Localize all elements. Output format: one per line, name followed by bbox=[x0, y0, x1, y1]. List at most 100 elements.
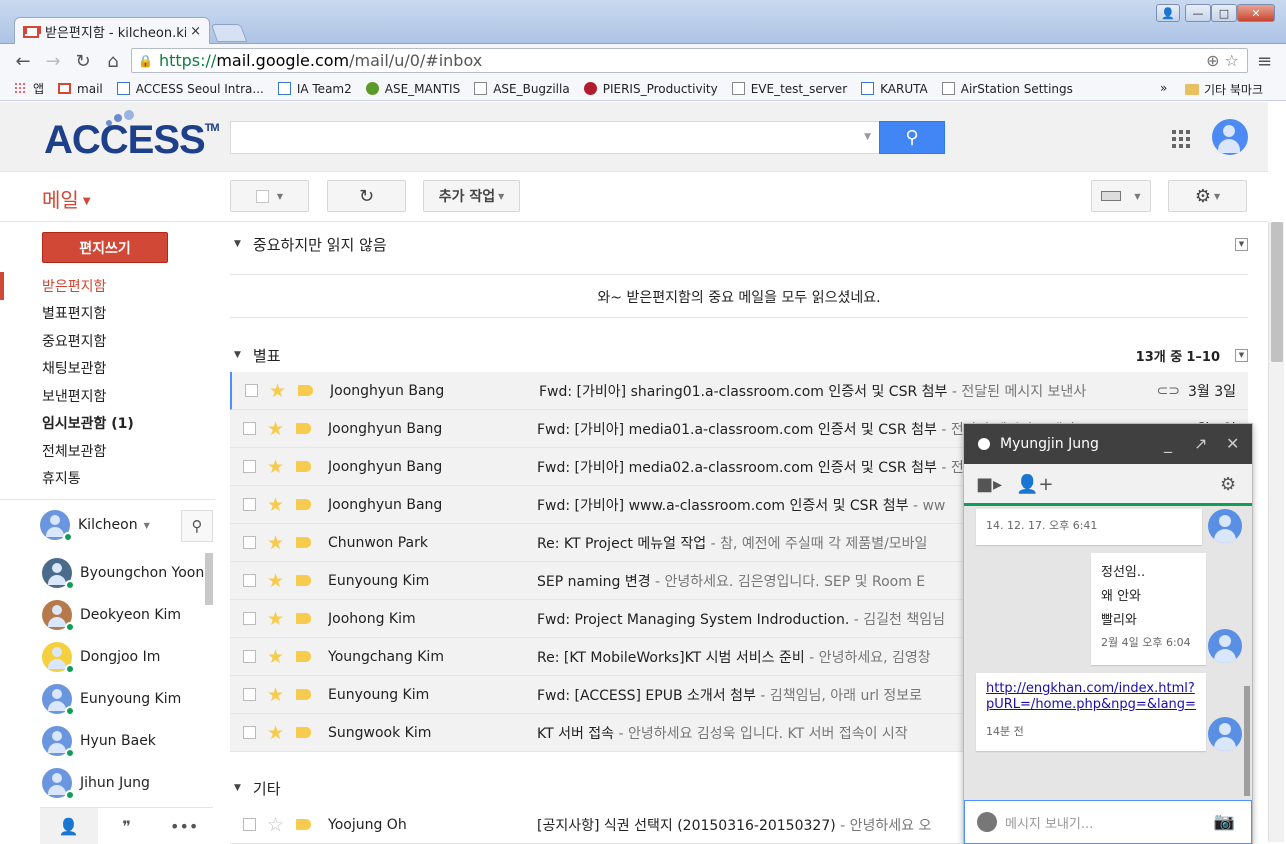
important-marker-icon[interactable] bbox=[296, 727, 311, 738]
contact-item[interactable]: Hyun Baek bbox=[0, 720, 215, 762]
contact-item[interactable]: Eunyoung Kim bbox=[0, 678, 215, 720]
star-icon[interactable]: ★ bbox=[267, 684, 287, 706]
star-icon[interactable]: ★ bbox=[267, 532, 287, 554]
bookmark-item[interactable]: ASE_MANTIS bbox=[365, 82, 460, 96]
nav-item-trash[interactable]: 휴지통 bbox=[0, 465, 215, 493]
camera-icon[interactable]: 📷 bbox=[1214, 812, 1235, 832]
star-icon[interactable]: ★ bbox=[267, 722, 287, 744]
important-marker-icon[interactable] bbox=[296, 537, 311, 548]
settings-button[interactable]: ⚙ ▼ bbox=[1168, 180, 1247, 212]
bookmark-item[interactable]: PIERIS_Productivity bbox=[583, 82, 718, 96]
table-row[interactable]: ★ Joonghyun Bang Fwd: [가비아] sharing01.a-cl… bbox=[230, 372, 1248, 410]
bookmark-item[interactable]: ASE_Bugzilla bbox=[474, 82, 570, 96]
row-checkbox[interactable] bbox=[243, 726, 256, 739]
important-marker-icon[interactable] bbox=[296, 461, 311, 472]
nav-item-all-mail[interactable]: 전체보관함 bbox=[0, 437, 215, 465]
contact-list-scrollbar[interactable] bbox=[205, 553, 213, 605]
reload-icon[interactable]: ↻ bbox=[72, 50, 94, 72]
bookmark-item[interactable]: EVE_test_server bbox=[731, 82, 847, 96]
nav-item-chats[interactable]: 채팅보관함 bbox=[0, 355, 215, 383]
row-checkbox[interactable] bbox=[243, 422, 256, 435]
row-checkbox[interactable] bbox=[243, 650, 256, 663]
chat-link[interactable]: http://engkhan.com/index.html? bbox=[986, 681, 1196, 697]
address-bar[interactable]: 🔒 https:// mail.google.com /mail/u/0/#in… bbox=[131, 48, 1248, 73]
chat-link[interactable]: pURL=/home.php&npg=&lang= bbox=[986, 697, 1196, 713]
chat-scrollbar[interactable] bbox=[1244, 686, 1250, 796]
tab-close-icon[interactable]: × bbox=[190, 24, 201, 39]
minimize-button[interactable]: — bbox=[1185, 4, 1211, 22]
row-checkbox[interactable] bbox=[243, 460, 256, 473]
emoji-icon[interactable] bbox=[977, 812, 997, 832]
nav-item-sent[interactable]: 보낸편지함 bbox=[0, 382, 215, 410]
refresh-button[interactable]: ↻ bbox=[327, 180, 406, 212]
new-tab-button[interactable] bbox=[210, 24, 248, 42]
bookmark-item[interactable]: mail bbox=[58, 82, 103, 96]
more-tab-ellipsis-icon[interactable]: ••• bbox=[155, 808, 213, 844]
important-marker-icon[interactable] bbox=[296, 689, 311, 700]
star-icon[interactable]: ★ bbox=[267, 608, 287, 630]
hangouts-tab-quote-icon[interactable]: ❞ bbox=[98, 808, 156, 844]
page-scrollbar[interactable] bbox=[1268, 222, 1284, 842]
section-menu-icon[interactable]: ▼ bbox=[1235, 237, 1248, 251]
home-icon[interactable]: ⌂ bbox=[102, 50, 124, 72]
close-icon[interactable]: ✕ bbox=[1226, 434, 1239, 453]
forward-arrow-icon[interactable]: → bbox=[42, 50, 64, 72]
company-logo[interactable]: ACCESSTM bbox=[44, 118, 220, 163]
compose-button[interactable]: 편지쓰기 bbox=[42, 232, 168, 263]
bookmark-item[interactable]: KARUTA bbox=[861, 82, 928, 96]
important-marker-icon[interactable] bbox=[298, 385, 313, 396]
row-checkbox[interactable] bbox=[243, 818, 256, 831]
search-input[interactable]: ▼ bbox=[230, 121, 880, 154]
row-checkbox[interactable] bbox=[245, 384, 258, 397]
row-checkbox[interactable] bbox=[243, 498, 256, 511]
mail-dropdown[interactable]: 메일 ▼ bbox=[42, 184, 91, 213]
close-window-button[interactable]: ✕ bbox=[1237, 4, 1275, 22]
minimize-icon[interactable]: _ bbox=[1164, 434, 1172, 453]
other-bookmarks-button[interactable]: 기타 북마크 bbox=[1185, 81, 1263, 98]
nav-item-inbox[interactable]: 받은편지함 bbox=[0, 272, 215, 300]
nav-item-starred[interactable]: 별표편지함 bbox=[0, 300, 215, 328]
bookmark-item[interactable]: AirStation Settings bbox=[941, 82, 1073, 96]
browser-tab[interactable]: 받은편지함 - kilcheon.kir × bbox=[14, 17, 210, 45]
important-marker-icon[interactable] bbox=[296, 423, 311, 434]
nav-item-drafts[interactable]: 임시보관함 (1) bbox=[0, 410, 215, 438]
menu-icon[interactable]: ≡ bbox=[1257, 51, 1272, 72]
section-header-important-unread[interactable]: ▼ 중요하지만 읽지 않음 ▼ bbox=[230, 224, 1248, 264]
contact-item[interactable]: Byoungchon Yoon bbox=[0, 552, 215, 594]
bookmarks-overflow-button[interactable]: » bbox=[1160, 81, 1167, 95]
row-checkbox[interactable] bbox=[243, 536, 256, 549]
chat-message-input[interactable]: 메시지 보내기... 📷 bbox=[964, 800, 1252, 844]
user-icon[interactable]: 👤 bbox=[1156, 4, 1180, 22]
contact-item[interactable]: Jihun Jung bbox=[0, 762, 215, 804]
bookmark-item[interactable]: IA Team2 bbox=[277, 82, 352, 96]
star-icon[interactable]: ★ bbox=[267, 456, 287, 478]
chat-search-button[interactable]: ⚲ bbox=[181, 510, 213, 542]
row-checkbox[interactable] bbox=[243, 688, 256, 701]
gear-icon[interactable]: ⚙ bbox=[1220, 474, 1236, 495]
star-icon[interactable]: ★ bbox=[269, 380, 289, 402]
add-person-icon[interactable]: 👤+ bbox=[1016, 474, 1054, 495]
important-marker-icon[interactable] bbox=[296, 613, 311, 624]
bookmark-item[interactable]: ACCESS Seoul Intra... bbox=[116, 82, 264, 96]
row-checkbox[interactable] bbox=[243, 612, 256, 625]
search-button[interactable]: ⚲ bbox=[879, 121, 945, 154]
row-checkbox[interactable] bbox=[243, 574, 256, 587]
important-marker-icon[interactable] bbox=[296, 819, 311, 830]
apps-grid-icon[interactable] bbox=[1172, 130, 1190, 148]
back-arrow-icon[interactable]: ← bbox=[12, 50, 34, 72]
star-icon[interactable]: ★ bbox=[267, 570, 287, 592]
star-icon[interactable]: ★ bbox=[267, 418, 287, 440]
section-header-starred[interactable]: ▼ 별표 13개 중 1–10 ▼ bbox=[230, 335, 1248, 375]
profile-avatar[interactable] bbox=[1212, 119, 1248, 155]
maximize-button[interactable]: □ bbox=[1211, 4, 1237, 22]
chat-window-header[interactable]: Myungjin Jung _ ↗ ✕ bbox=[964, 424, 1252, 464]
popout-icon[interactable]: ↗ bbox=[1194, 434, 1207, 453]
star-icon[interactable]: ★ bbox=[267, 646, 287, 668]
select-checkbox-button[interactable]: ▼ bbox=[230, 180, 309, 212]
important-marker-icon[interactable] bbox=[296, 651, 311, 662]
star-icon[interactable]: ★ bbox=[267, 494, 287, 516]
important-marker-icon[interactable] bbox=[296, 575, 311, 586]
search-options-icon[interactable]: ▼ bbox=[864, 132, 871, 142]
input-tools-button[interactable]: ▼ bbox=[1091, 180, 1151, 212]
contacts-tab-person-icon[interactable]: 👤 bbox=[40, 808, 98, 844]
